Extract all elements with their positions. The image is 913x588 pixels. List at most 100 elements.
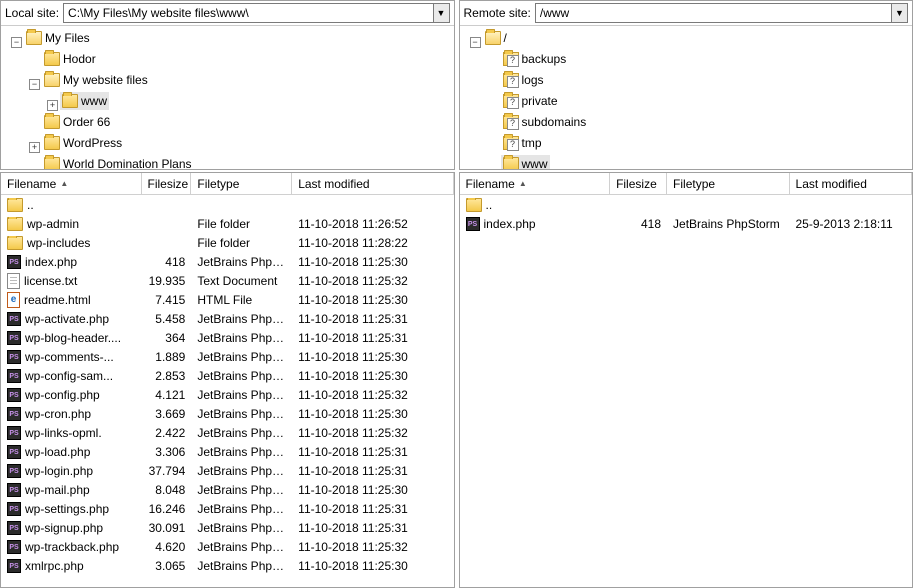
phpstorm-file-icon — [7, 331, 21, 345]
tree-node[interactable]: My website files — [42, 71, 150, 89]
column-header[interactable]: Last modified — [292, 173, 453, 194]
tree-expander[interactable]: + — [47, 100, 58, 111]
phpstorm-file-icon — [7, 559, 21, 573]
column-header[interactable]: Filename▲ — [460, 173, 611, 194]
file-row[interactable]: wp-config-sam...2.853JetBrains PhpS...11… — [1, 366, 454, 385]
tree-node[interactable]: backups — [501, 50, 569, 68]
tree-node[interactable]: Order 66 — [42, 113, 112, 131]
file-modified: 11-10-2018 11:26:52 — [292, 217, 453, 231]
file-row[interactable]: wp-config.php4.121JetBrains PhpS...11-10… — [1, 385, 454, 404]
folder-icon — [7, 198, 23, 212]
phpstorm-file-icon — [7, 350, 21, 364]
tree-node[interactable]: My Files — [24, 29, 92, 47]
remote-path-input[interactable] — [536, 4, 891, 22]
file-type: JetBrains PhpS... — [191, 464, 292, 478]
tree-node-label: WordPress — [63, 134, 122, 152]
phpstorm-file-icon — [7, 407, 21, 421]
dropdown-icon[interactable]: ▼ — [891, 4, 907, 22]
file-row[interactable]: wp-cron.php3.669JetBrains PhpS...11-10-2… — [1, 404, 454, 423]
folder-icon — [7, 236, 23, 250]
tree-node[interactable]: www — [60, 92, 109, 110]
file-row[interactable]: wp-blog-header....364JetBrains PhpS...11… — [1, 328, 454, 347]
file-row[interactable]: wp-mail.php8.048JetBrains PhpS...11-10-2… — [1, 480, 454, 499]
tree-expander[interactable]: + — [29, 142, 40, 153]
phpstorm-file-icon — [7, 521, 21, 535]
tree-node[interactable]: World Domination Plans — [42, 155, 194, 169]
dropdown-icon[interactable]: ▼ — [433, 4, 449, 22]
tree-node-label: www — [522, 155, 548, 169]
column-header[interactable]: Last modified — [790, 173, 912, 194]
tree-node[interactable]: tmp — [501, 134, 544, 152]
column-header-label: Last modified — [298, 177, 369, 191]
file-name: index.php — [484, 217, 536, 231]
remote-path-combo[interactable]: ▼ — [535, 3, 908, 23]
file-row[interactable]: wp-trackback.php4.620JetBrains PhpS...11… — [1, 537, 454, 556]
file-modified: 11-10-2018 11:25:32 — [292, 274, 453, 288]
tree-node[interactable]: logs — [501, 71, 546, 89]
column-header[interactable]: Filesize — [142, 173, 192, 194]
file-row[interactable]: wp-adminFile folder11-10-2018 11:26:52 — [1, 214, 454, 233]
phpstorm-file-icon — [7, 255, 21, 269]
phpstorm-file-icon — [7, 369, 21, 383]
phpstorm-file-icon — [7, 464, 21, 478]
file-row[interactable]: license.txt19.935Text Document11-10-2018… — [1, 271, 454, 290]
tree-node-label: World Domination Plans — [63, 155, 192, 169]
tree-node[interactable]: www — [501, 155, 550, 169]
file-row[interactable]: .. — [460, 195, 913, 214]
tree-node[interactable]: Hodor — [42, 50, 98, 68]
tree-expander[interactable]: − — [29, 79, 40, 90]
phpstorm-file-icon — [7, 483, 21, 497]
tree-node-label: Order 66 — [63, 113, 110, 131]
tree-node[interactable]: WordPress — [42, 134, 124, 152]
file-row[interactable]: index.php418JetBrains PhpS...11-10-2018 … — [1, 252, 454, 271]
sort-asc-icon: ▲ — [519, 179, 527, 188]
tree-node-label: www — [81, 92, 107, 110]
tree-expander[interactable]: − — [11, 37, 22, 48]
remote-tree[interactable]: −/ backups logs private subdomains tmp www — [460, 26, 913, 169]
file-row[interactable]: wp-links-opml.2.422JetBrains PhpS...11-1… — [1, 423, 454, 442]
file-row[interactable]: index.php418JetBrains PhpStorm25-9-2013 … — [460, 214, 913, 233]
tree-expander — [29, 55, 40, 66]
column-header[interactable]: Filetype — [667, 173, 789, 194]
file-row[interactable]: wp-activate.php5.458JetBrains PhpS...11-… — [1, 309, 454, 328]
file-size: 8.048 — [142, 483, 192, 497]
file-size: 3.306 — [142, 445, 192, 459]
local-path-input[interactable] — [64, 4, 432, 22]
tree-node[interactable]: private — [501, 92, 560, 110]
folder-unknown-icon — [503, 73, 519, 87]
file-row[interactable]: wp-settings.php16.246JetBrains PhpS...11… — [1, 499, 454, 518]
tree-node[interactable]: subdomains — [501, 113, 589, 131]
file-row[interactable]: wp-load.php3.306JetBrains PhpS...11-10-2… — [1, 442, 454, 461]
file-name: index.php — [25, 255, 77, 269]
file-row[interactable]: wp-comments-...1.889JetBrains PhpS...11-… — [1, 347, 454, 366]
column-header[interactable]: Filetype — [191, 173, 292, 194]
file-modified: 25-9-2013 2:18:11 — [790, 217, 912, 231]
local-path-combo[interactable]: ▼ — [63, 3, 449, 23]
file-row[interactable]: .. — [1, 195, 454, 214]
local-tree[interactable]: −My FilesHodor−My website files+wwwOrder… — [1, 26, 454, 169]
file-name: readme.html — [24, 293, 91, 307]
tree-node[interactable]: / — [483, 29, 509, 47]
file-type: JetBrains PhpS... — [191, 521, 292, 535]
file-row[interactable]: wp-signup.php30.091JetBrains PhpS...11-1… — [1, 518, 454, 537]
file-row[interactable]: readme.html7.415HTML File11-10-2018 11:2… — [1, 290, 454, 309]
file-modified: 11-10-2018 11:25:32 — [292, 388, 453, 402]
column-header-label: Filetype — [197, 177, 239, 191]
file-type: JetBrains PhpStorm — [667, 217, 789, 231]
file-row[interactable]: wp-includesFile folder11-10-2018 11:28:2… — [1, 233, 454, 252]
tree-expander[interactable]: − — [470, 37, 481, 48]
folder-unknown-icon — [503, 115, 519, 129]
remote-rows[interactable]: .. index.php418JetBrains PhpStorm25-9-201… — [460, 195, 913, 587]
column-header[interactable]: Filesize — [610, 173, 667, 194]
file-row[interactable]: xmlrpc.php3.065JetBrains PhpS...11-10-20… — [1, 556, 454, 575]
local-rows[interactable]: ..wp-adminFile folder11-10-2018 11:26:52… — [1, 195, 454, 587]
file-row[interactable]: wp-login.php37.794JetBrains PhpS...11-10… — [1, 461, 454, 480]
file-size: 30.091 — [142, 521, 192, 535]
file-type: JetBrains PhpS... — [191, 483, 292, 497]
column-header[interactable]: Filename▲ — [1, 173, 142, 194]
file-name: .. — [486, 198, 493, 212]
tree-node-label: subdomains — [522, 113, 587, 131]
file-name: wp-mail.php — [25, 483, 90, 497]
phpstorm-file-icon — [466, 217, 480, 231]
file-type: JetBrains PhpS... — [191, 312, 292, 326]
